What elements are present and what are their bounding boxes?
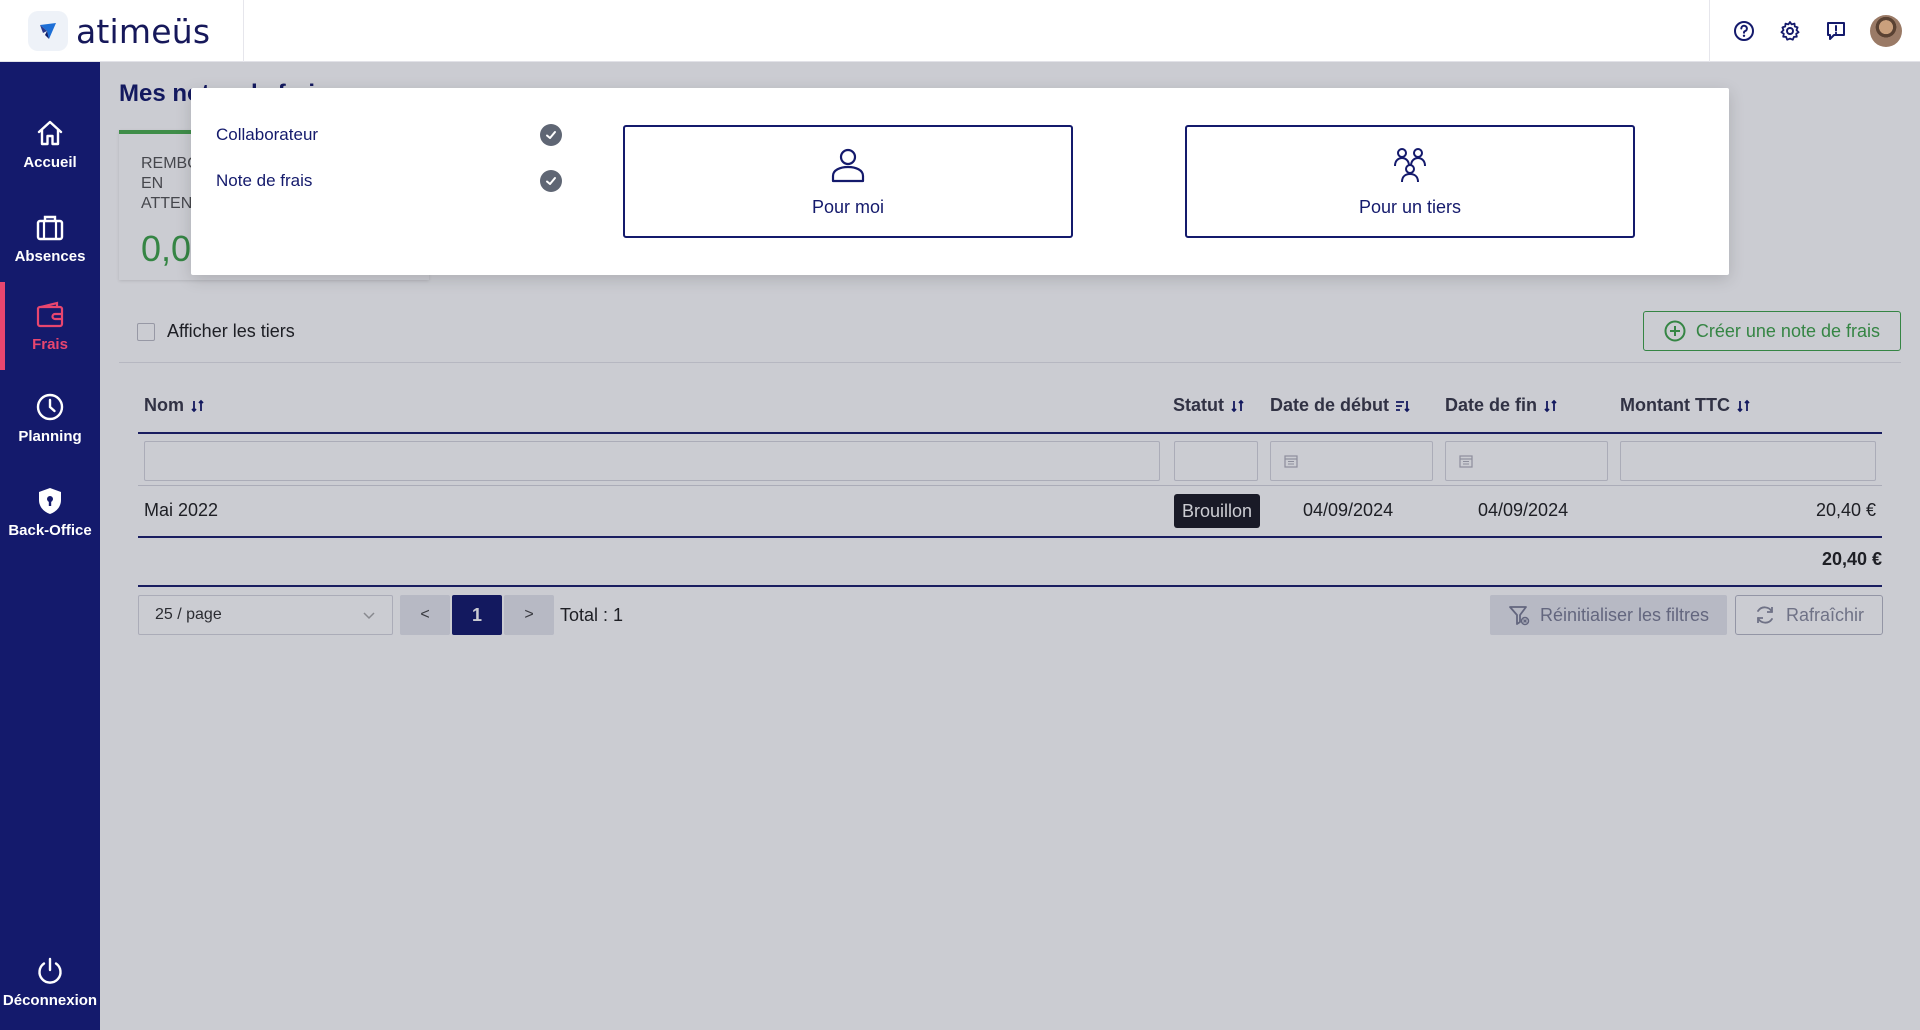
sidebar-item-label: Back-Office — [8, 521, 92, 539]
check-circle-icon — [540, 124, 562, 146]
for-me-option[interactable]: Pour moi — [623, 125, 1073, 238]
feedback-icon[interactable] — [1824, 19, 1848, 43]
check-circle-icon — [540, 170, 562, 192]
top-header: atimeüs — [0, 0, 1920, 62]
logout-label: Déconnexion — [2, 991, 98, 1009]
for-third-party-label: Pour un tiers — [1358, 197, 1462, 217]
sidebar-item-label: Frais — [32, 335, 68, 353]
sidebar: Accueil Absences Frais Planning Back-Off… — [0, 62, 100, 1030]
briefcase-icon — [36, 215, 64, 240]
wallet-icon — [36, 301, 64, 327]
user-avatar[interactable] — [1870, 15, 1902, 47]
step-label: Note de frais — [216, 171, 313, 190]
sidebar-item-label: Accueil — [23, 153, 77, 171]
new-expense-modal: Collaborateur Note de frais Pour moi Pou… — [191, 88, 1729, 275]
logo[interactable]: atimeüs — [0, 0, 244, 62]
sidebar-item-accueil[interactable]: Accueil — [0, 100, 100, 188]
logo-text: atimeüs — [76, 11, 211, 51]
sidebar-item-planning[interactable]: Planning — [0, 374, 100, 462]
header-actions — [1709, 0, 1920, 62]
home-icon — [37, 120, 63, 145]
step-collaborateur: Collaborateur — [216, 124, 562, 146]
for-me-label: Pour moi — [811, 197, 885, 217]
logo-icon — [28, 11, 68, 51]
for-third-party-option[interactable]: Pour un tiers — [1185, 125, 1635, 238]
power-icon — [38, 957, 62, 984]
sidebar-item-label: Absences — [14, 247, 86, 265]
shield-icon — [39, 487, 61, 514]
person-icon — [831, 148, 865, 183]
sidebar-item-back-office[interactable]: Back-Office — [0, 468, 100, 556]
step-label: Collaborateur — [216, 125, 319, 144]
logout-button[interactable]: Déconnexion — [0, 938, 100, 1026]
sidebar-item-frais[interactable]: Frais — [0, 282, 100, 370]
help-icon[interactable] — [1732, 19, 1756, 43]
group-icon — [1394, 148, 1426, 183]
clock-icon — [36, 393, 64, 420]
gear-icon[interactable] — [1778, 19, 1802, 43]
step-note-de-frais: Note de frais — [216, 170, 562, 192]
sidebar-item-absences[interactable]: Absences — [0, 194, 100, 282]
sidebar-item-label: Planning — [18, 427, 82, 445]
